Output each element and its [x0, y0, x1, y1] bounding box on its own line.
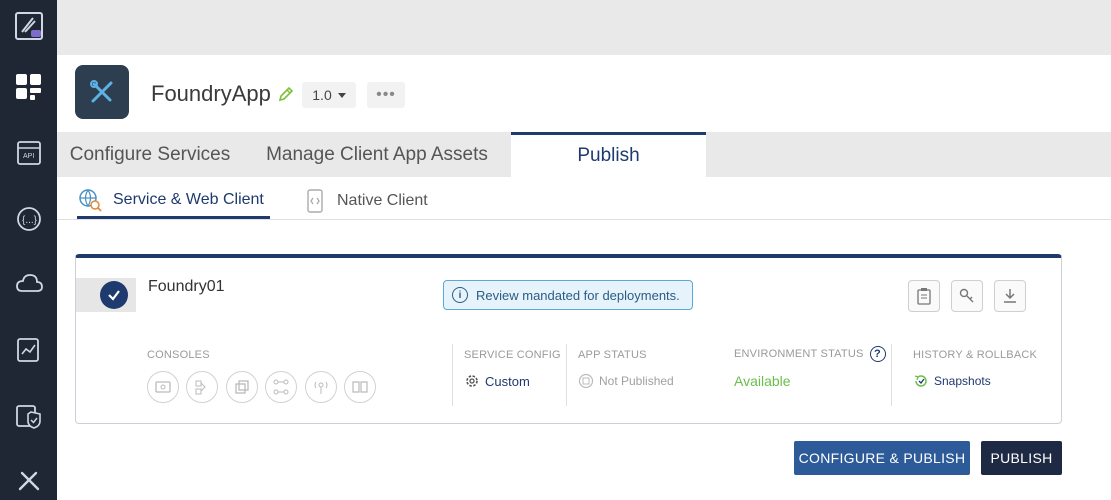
app-status-value: Not Published [578, 373, 674, 389]
publish-button[interactable]: PUBLISH [981, 441, 1062, 475]
environment-status-label-text: ENVIRONMENT STATUS [734, 348, 864, 360]
api-icon[interactable]: API [0, 131, 57, 175]
app-publish-card: Foundry01 i Review mandated for deployme… [75, 254, 1062, 424]
selected-check-icon[interactable] [100, 281, 128, 309]
more-options-button[interactable]: ••• [367, 82, 405, 108]
settings-tools-icon[interactable] [0, 458, 57, 500]
app-header: FoundryApp 1.0 ••• [57, 55, 1111, 132]
gear-icon [466, 375, 478, 387]
version-label: 1.0 [312, 87, 332, 103]
analytics-icon[interactable] [0, 328, 57, 372]
tab-configure-services[interactable]: Configure Services [57, 132, 243, 177]
divider [566, 344, 567, 406]
app-status-text: Not Published [599, 374, 674, 388]
chevron-down-icon [337, 92, 346, 98]
console-network-icon[interactable] [265, 371, 297, 403]
left-sidebar: API {...} [0, 0, 57, 500]
version-dropdown[interactable]: 1.0 [302, 82, 356, 108]
key-icon [959, 288, 974, 303]
download-icon [1004, 289, 1016, 303]
console-book-icon[interactable] [344, 371, 376, 403]
not-published-icon [578, 373, 594, 389]
app-name: FoundryApp [151, 81, 271, 106]
consoles-label: CONSOLES [147, 349, 210, 361]
console-web-icon[interactable] [147, 371, 179, 403]
top-bar [57, 0, 1111, 55]
clipboard-icon [917, 288, 931, 305]
console-copy-icon[interactable] [226, 371, 258, 403]
app-status-label: APP STATUS [578, 349, 647, 361]
snapshots-link[interactable]: Snapshots [913, 373, 991, 389]
service-config-text: Custom [485, 373, 530, 389]
globe-search-icon [79, 188, 102, 212]
review-banner-text: Review mandated for deployments. [476, 287, 680, 303]
history-rollback-label: HISTORY & ROLLBACK [913, 349, 1038, 361]
clipboard-button[interactable] [908, 280, 940, 312]
app-instance-title: Foundry01 [148, 278, 225, 295]
snapshots-text: Snapshots [934, 374, 991, 388]
environment-status-label: ENVIRONMENT STATUS ? [734, 346, 886, 362]
service-config-value[interactable]: Custom [464, 373, 530, 389]
security-icon[interactable] [0, 394, 57, 438]
service-config-label: SERVICE CONFIG [464, 349, 561, 361]
history-icon [914, 375, 927, 387]
review-banner: i Review mandated for deployments. [443, 280, 693, 310]
console-broadcast-icon[interactable] [305, 371, 337, 403]
info-icon: i [452, 287, 468, 303]
subtab-service-web-client[interactable]: Service & Web Client [77, 183, 270, 219]
tab-publish[interactable]: Publish [511, 132, 706, 177]
subtab-label: Service & Web Client [113, 190, 264, 208]
app-tools-icon [75, 65, 129, 119]
divider [452, 344, 453, 406]
environment-status-value: Available [734, 373, 791, 389]
cloud-icon[interactable] [0, 262, 57, 306]
svg-text:API: API [23, 153, 34, 160]
sub-tabs: Service & Web Client Native Client [57, 177, 1111, 220]
console-workflow-icon[interactable] [186, 371, 218, 403]
key-button[interactable] [951, 280, 983, 312]
edit-pencil-icon[interactable] [277, 85, 295, 103]
download-button[interactable] [994, 280, 1026, 312]
foundry-logo-icon[interactable] [0, 0, 57, 52]
subtab-native-client[interactable]: Native Client [303, 183, 428, 219]
mobile-code-icon [307, 189, 323, 213]
divider [891, 344, 892, 406]
dashboard-icon[interactable] [0, 65, 57, 109]
main-tabs: Configure Services Manage Client App Ass… [57, 132, 1111, 177]
configure-publish-button[interactable]: CONFIGURE & PUBLISH [794, 441, 970, 475]
help-icon[interactable]: ? [869, 346, 886, 362]
integration-icon[interactable]: {...} [0, 197, 57, 241]
subtab-label: Native Client [337, 192, 428, 209]
svg-text:{...}: {...} [22, 215, 38, 226]
tab-manage-client-app-assets[interactable]: Manage Client App Assets [243, 132, 511, 177]
